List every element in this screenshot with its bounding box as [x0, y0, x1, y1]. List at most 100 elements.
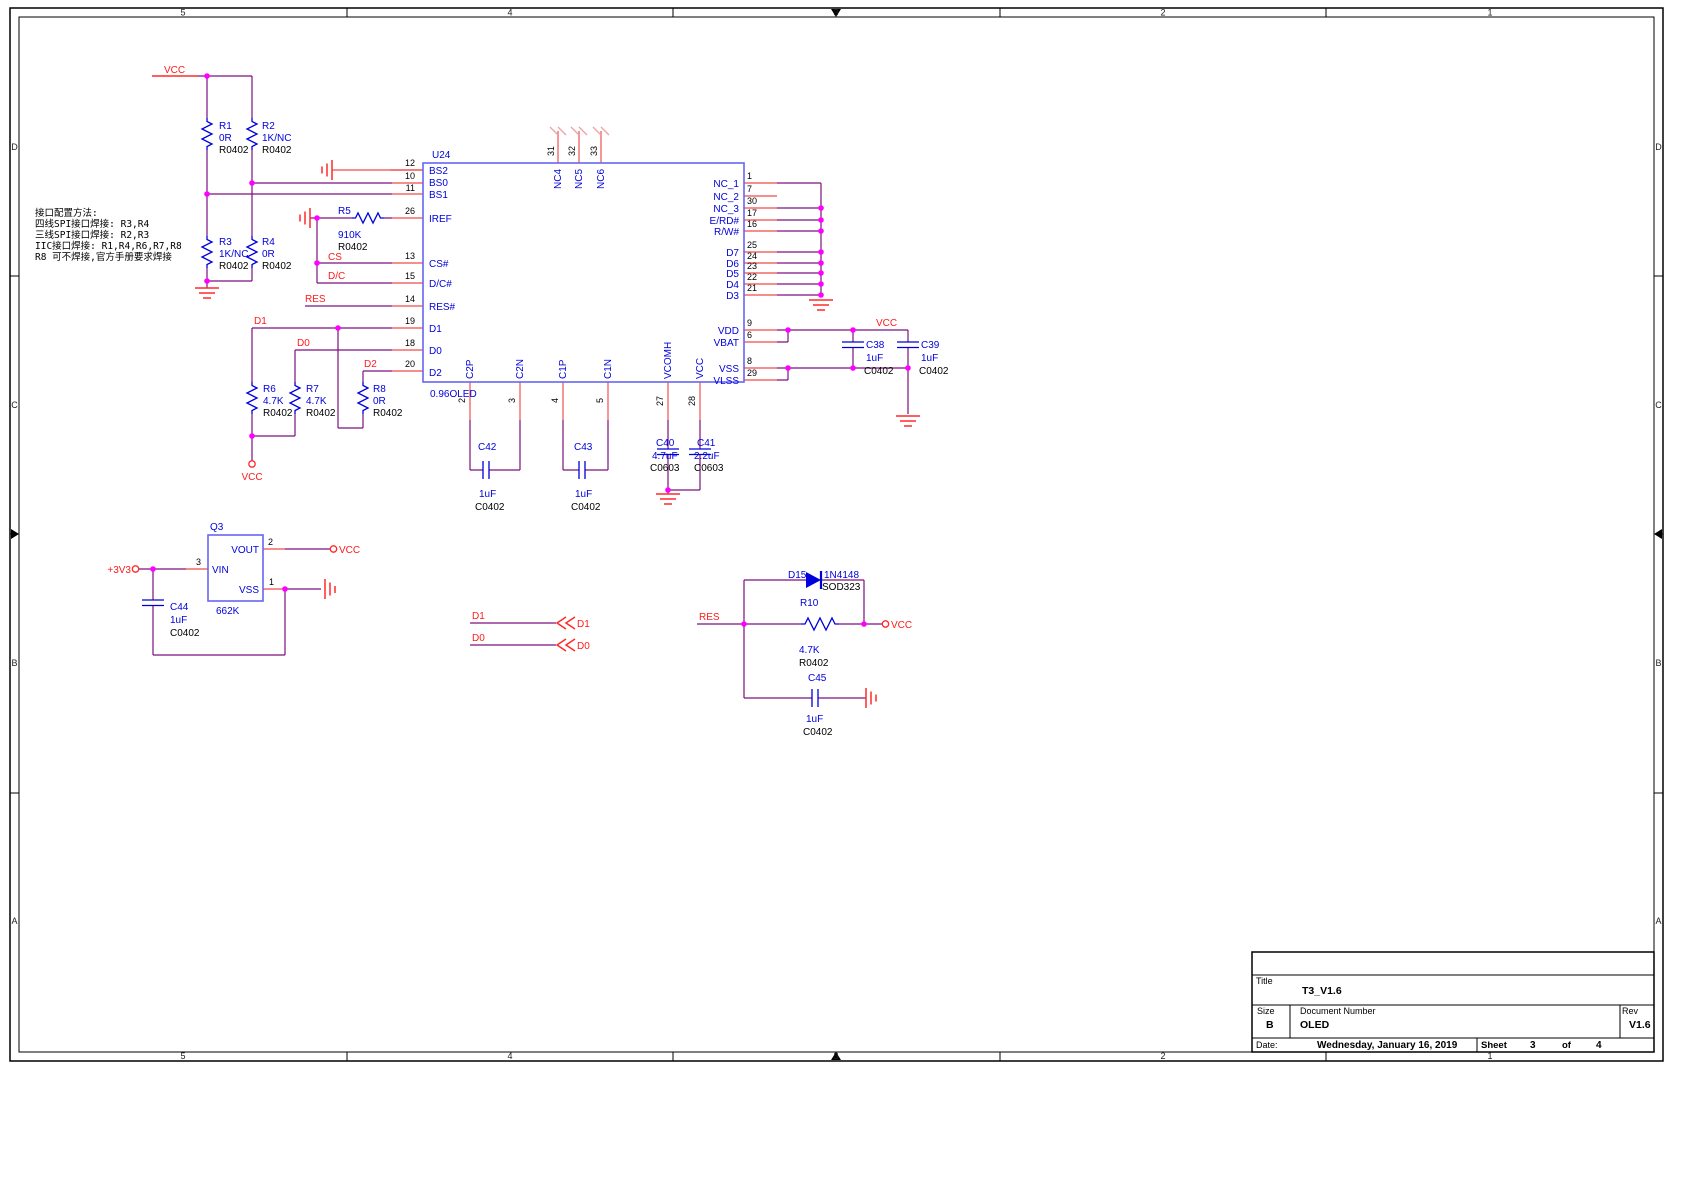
resistor-r4[interactable]: R4 0R R0402 — [247, 236, 292, 272]
pin-name: VDD — [718, 326, 739, 337]
vcc-port-icon — [249, 461, 255, 467]
vcc-port-icon — [330, 546, 336, 552]
part-value: 1K/NC — [262, 133, 291, 144]
resistor-r6[interactable]: R6 4.7K R0402 — [247, 382, 293, 419]
resistor-r7[interactable]: R7 4.7K R0402 — [290, 382, 336, 419]
docnum-label: Document Number — [1300, 1006, 1376, 1016]
pin-number: 32 — [567, 146, 577, 156]
resistor-r5[interactable]: R5 910K R0402 — [338, 206, 384, 253]
net-label-vcc[interactable]: VCC — [876, 318, 897, 329]
net-label-d1[interactable]: D1 — [254, 316, 267, 327]
gnd-bar-icon — [325, 579, 335, 599]
part-ref: D15 — [788, 570, 807, 581]
pin-number: 11 — [406, 183, 415, 193]
part-footprint: SOD323 — [822, 582, 861, 593]
grid-col-label: 2 — [1160, 8, 1165, 18]
pin-number: 23 — [747, 261, 757, 271]
net-label-vcc[interactable]: VCC — [339, 545, 360, 556]
grid-row-label: D — [1655, 142, 1662, 152]
part-footprint: R0402 — [262, 145, 292, 156]
pin-number: 20 — [405, 359, 415, 369]
sheet-total: 4 — [1596, 1040, 1602, 1051]
part-ref: C39 — [921, 340, 940, 351]
note-line: 四线SPI接口焊接: R3,R4 — [35, 218, 149, 230]
capacitor-c43[interactable]: C43 1uF C0402 — [571, 442, 601, 513]
grid-col-label: 3 — [833, 8, 838, 18]
part-footprint: C0402 — [571, 502, 601, 513]
pin-number: 2 — [457, 398, 467, 403]
regulator-q3[interactable]: Q3 VOUT VIN VSS 2 3 1 662K — [196, 522, 274, 617]
pin-number: 2 — [268, 537, 273, 547]
resistor-r3[interactable]: R3 1K/NC R0402 — [202, 236, 249, 272]
offpage-connector-d0[interactable]: D0 D0 — [472, 633, 590, 652]
net-label-d0[interactable]: D0 — [297, 338, 310, 349]
resistor-r1[interactable]: R1 0R R0402 — [202, 118, 249, 156]
capacitor-c38[interactable]: C38 1uF C0402 — [842, 340, 894, 377]
net-label-dc[interactable]: D/C — [328, 271, 345, 282]
net-label-d2[interactable]: D2 — [364, 359, 377, 370]
net-label-3v3[interactable]: +3V3 — [107, 565, 131, 576]
net-label-vcc[interactable]: VCC — [164, 65, 185, 76]
part-footprint: R0402 — [799, 658, 829, 669]
pin-name: BS2 — [429, 166, 448, 177]
grid-col-label: 1 — [1487, 8, 1492, 18]
pin-number: 1 — [269, 577, 274, 587]
pin-name: BS1 — [429, 190, 448, 201]
net-label-cs[interactable]: CS — [328, 252, 342, 263]
offpage-label-d1[interactable]: D1 — [577, 619, 590, 630]
grid-col-label: 4 — [507, 1051, 512, 1061]
size-value: B — [1266, 1019, 1274, 1031]
pin-number: 9 — [747, 318, 752, 328]
pin-name: E/RD# — [710, 216, 740, 227]
part-value: 1uF — [806, 714, 823, 725]
capacitor-c40[interactable]: C40 4.7uF C0603 — [650, 438, 680, 474]
gnd-earth-icon — [809, 300, 833, 310]
pin-number: 24 — [747, 251, 757, 261]
pin-name: VSS — [719, 364, 739, 375]
pin-number: 27 — [655, 396, 665, 406]
pin-name: RES# — [429, 302, 456, 313]
part-value: 662K — [216, 606, 240, 617]
net-label-res[interactable]: RES — [305, 294, 326, 305]
part-ref: C45 — [808, 673, 827, 684]
net-label-vcc[interactable]: VCC — [891, 620, 912, 631]
capacitor-c45[interactable]: C45 1uF C0402 — [803, 673, 833, 738]
net-labels[interactable]: CS D/C RES D1 D0 D2 RES — [254, 252, 720, 623]
part-value: 1N4148 — [824, 570, 859, 581]
net-label-d1[interactable]: D1 — [472, 611, 485, 622]
capacitor-c42[interactable]: C42 1uF C0402 — [475, 442, 505, 513]
pin-number: 14 — [405, 294, 415, 304]
size-label: Size — [1257, 1006, 1275, 1016]
pin-number: 12 — [405, 158, 415, 168]
offpage-connector-d1[interactable]: D1 D1 — [472, 611, 590, 630]
grid-col-label: 3 — [833, 1051, 838, 1061]
pin-number: 13 — [405, 251, 415, 261]
resistor-r8[interactable]: R8 0R R0402 — [358, 382, 403, 419]
grid-row-label: A — [1655, 916, 1661, 926]
gnd-bar-icon — [866, 688, 876, 708]
capacitor-c39[interactable]: C39 1uF C0402 — [897, 340, 949, 377]
pin-name: VBAT — [714, 338, 739, 349]
net-label-d0[interactable]: D0 — [472, 633, 485, 644]
vcc-port-icon — [882, 621, 888, 627]
pin-number: 19 — [405, 316, 415, 326]
ic-u24[interactable]: U24 0.96OLED 12 10 11 26 13 15 14 19 18 … — [405, 127, 757, 406]
part-ref: C40 — [656, 438, 675, 449]
part-ref: C38 — [866, 340, 885, 351]
capacitor-c41[interactable]: C41 2.2uF C0603 — [689, 438, 724, 474]
part-value: 0R — [262, 249, 275, 260]
part-ref: R2 — [262, 121, 275, 132]
diode-d15[interactable]: D15 1N4148 SOD323 — [788, 570, 861, 593]
resistor-r2[interactable]: R2 1K/NC R0402 — [247, 118, 292, 156]
part-value: 4.7K — [306, 396, 327, 407]
net-label-res[interactable]: RES — [699, 612, 720, 623]
title-block: Title T3_V1.6 Size B Document Number OLE… — [1252, 952, 1654, 1052]
capacitor-c44[interactable]: C44 1uF C0402 — [142, 600, 200, 639]
resistor-r10[interactable]: R10 4.7K R0402 — [799, 598, 839, 669]
pin-number: 1 — [747, 171, 752, 181]
net-label-vcc[interactable]: VCC — [241, 472, 262, 483]
grid-row-label: B — [1655, 658, 1661, 668]
offpage-label-d0[interactable]: D0 — [577, 641, 590, 652]
pin-number: 22 — [747, 272, 757, 282]
pin-number: 4 — [550, 398, 560, 403]
